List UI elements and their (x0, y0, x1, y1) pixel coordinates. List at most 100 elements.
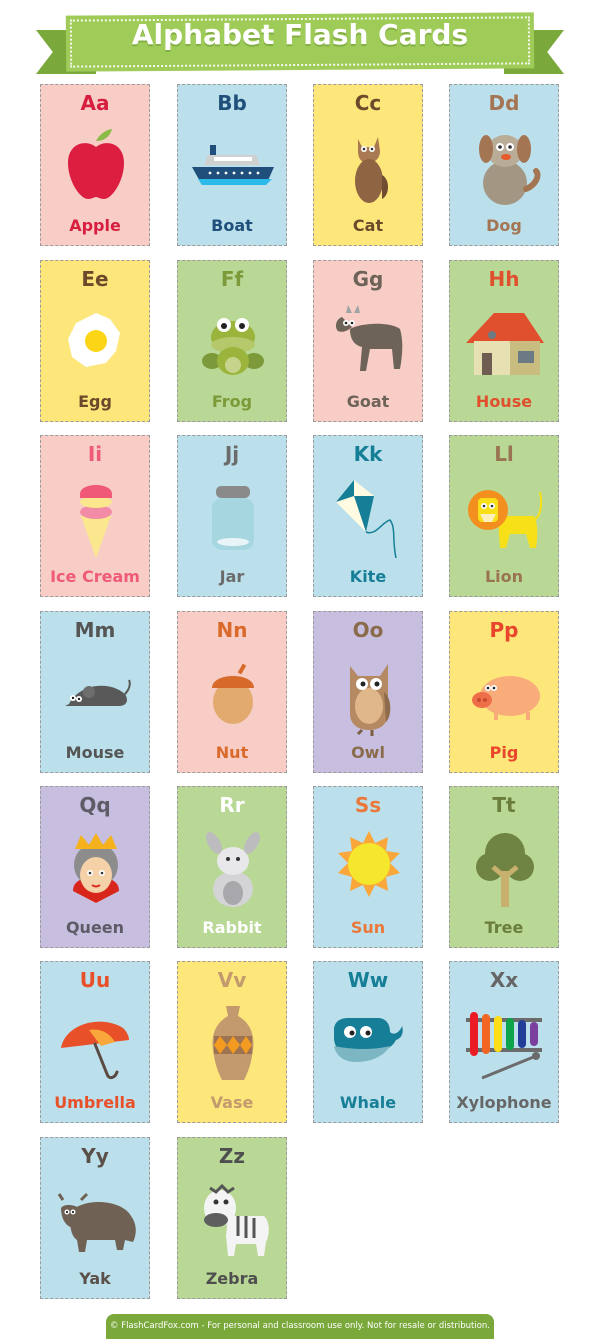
flash-card-kite: Kk Kite (313, 435, 423, 597)
card-word: Jar (219, 567, 245, 586)
card-letters: Ee (81, 267, 109, 291)
xylophone-icon (460, 996, 550, 1088)
card-word: Umbrella (54, 1093, 136, 1112)
flash-card-nut: Nn Nut (177, 611, 287, 773)
flash-card-cat: Cc Cat (313, 84, 423, 246)
card-word: Ice Cream (50, 567, 140, 586)
card-letters: Yy (81, 1144, 109, 1168)
flash-card-yak: Yy Yak (40, 1137, 150, 1299)
card-letters: Tt (492, 793, 516, 817)
flash-card-house: Hh House (449, 260, 559, 422)
flash-card-mouse: Mm Mouse (40, 611, 150, 773)
card-word: Nut (215, 743, 249, 762)
card-word: Whale (339, 1093, 397, 1112)
card-word: Queen (65, 918, 125, 937)
card-word: Sun (350, 918, 386, 937)
queen-icon (51, 821, 141, 913)
card-letters: Zz (218, 1144, 246, 1168)
zebra-icon (188, 1172, 278, 1264)
card-letters: Aa (80, 91, 110, 115)
card-word: Dog (486, 216, 522, 235)
flash-card-whale: Ww Whale (313, 961, 423, 1123)
card-word: Apple (69, 216, 121, 235)
card-word: Yak (79, 1269, 111, 1288)
card-letters: Rr (219, 793, 245, 817)
card-letters: Kk (353, 442, 383, 466)
card-word: Pig (489, 743, 519, 762)
card-letters: Ii (87, 442, 103, 466)
flash-card-umbrella: Uu Umbrella (40, 961, 150, 1123)
flash-card-zebra: Zz Zebra (177, 1137, 287, 1299)
card-letters: Qq (79, 793, 111, 817)
title-banner: Alphabet Flash Cards (36, 10, 564, 74)
egg-icon (51, 295, 141, 387)
card-word: Cat (352, 216, 384, 235)
flash-card-queen: Qq Queen (40, 786, 150, 948)
cat-icon (324, 119, 414, 211)
flash-card-owl: Oo Owl (313, 611, 423, 773)
card-letters: Pp (489, 618, 519, 642)
card-letters: Gg (352, 267, 384, 291)
house-icon (460, 295, 550, 387)
card-letters: Xx (489, 968, 519, 992)
card-letters: Ff (220, 267, 244, 291)
card-letters: Uu (79, 968, 111, 992)
pig-icon (460, 646, 550, 738)
flash-card-egg: Ee Egg (40, 260, 150, 422)
flash-card-frog: Ff Frog (177, 260, 287, 422)
card-letters: Oo (352, 618, 384, 642)
card-letters: Dd (488, 91, 520, 115)
dog-icon (460, 119, 550, 211)
flash-card-tree: Tt Tree (449, 786, 559, 948)
card-word: Goat (346, 392, 390, 411)
yak-icon (51, 1172, 141, 1264)
rabbit-icon (188, 821, 278, 913)
card-word: Egg (78, 392, 112, 411)
sun-icon (324, 821, 414, 913)
card-word: Xylophone (456, 1093, 552, 1112)
lion-icon (460, 470, 550, 562)
apple-icon (51, 119, 141, 211)
card-letters: Ss (354, 793, 382, 817)
kite-icon (324, 470, 414, 562)
whale-icon (324, 996, 414, 1088)
card-letters: Mm (74, 618, 116, 642)
flash-card-pig: Pp Pig (449, 611, 559, 773)
flash-card-apple: Aa Apple (40, 84, 150, 246)
mouse-icon (51, 646, 141, 738)
card-word: Mouse (65, 743, 125, 762)
flash-card-vase: Vv Vase (177, 961, 287, 1123)
card-letters: Ww (347, 968, 389, 992)
frog-icon (188, 295, 278, 387)
flash-card-rabbit: Rr Rabbit (177, 786, 287, 948)
card-letters: Nn (216, 618, 248, 642)
flash-card-sun: Ss Sun (313, 786, 423, 948)
card-letters: Cc (354, 91, 382, 115)
ice-cream-icon (51, 470, 141, 562)
jar-icon (188, 470, 278, 562)
copyright-footer: © FlashCardFox.com - For personal and cl… (106, 1314, 494, 1339)
vase-icon (188, 996, 278, 1088)
card-letters: Bb (217, 91, 247, 115)
card-letters: Ll (494, 442, 514, 466)
flash-card-jar: Jj Jar (177, 435, 287, 597)
card-word: Frog (211, 392, 253, 411)
card-letters: Vv (217, 968, 247, 992)
flash-card-boat: Bb Boat (177, 84, 287, 246)
flash-card-xylophone: Xx Xylophone (449, 961, 559, 1123)
flash-card-goat: Gg Goat (313, 260, 423, 422)
umbrella-icon (51, 996, 141, 1088)
card-word: Zebra (205, 1269, 259, 1288)
boat-icon (188, 119, 278, 211)
card-word: Vase (210, 1093, 254, 1112)
page-title: Alphabet Flash Cards (131, 18, 469, 51)
flash-card-ice-cream: Ii Ice Cream (40, 435, 150, 597)
owl-icon (324, 646, 414, 738)
card-word: Tree (484, 918, 524, 937)
goat-icon (324, 295, 414, 387)
card-word: Boat (211, 216, 253, 235)
card-word: Owl (351, 743, 385, 762)
card-word: Lion (484, 567, 524, 586)
tree-icon (460, 821, 550, 913)
acorn-icon (188, 646, 278, 738)
